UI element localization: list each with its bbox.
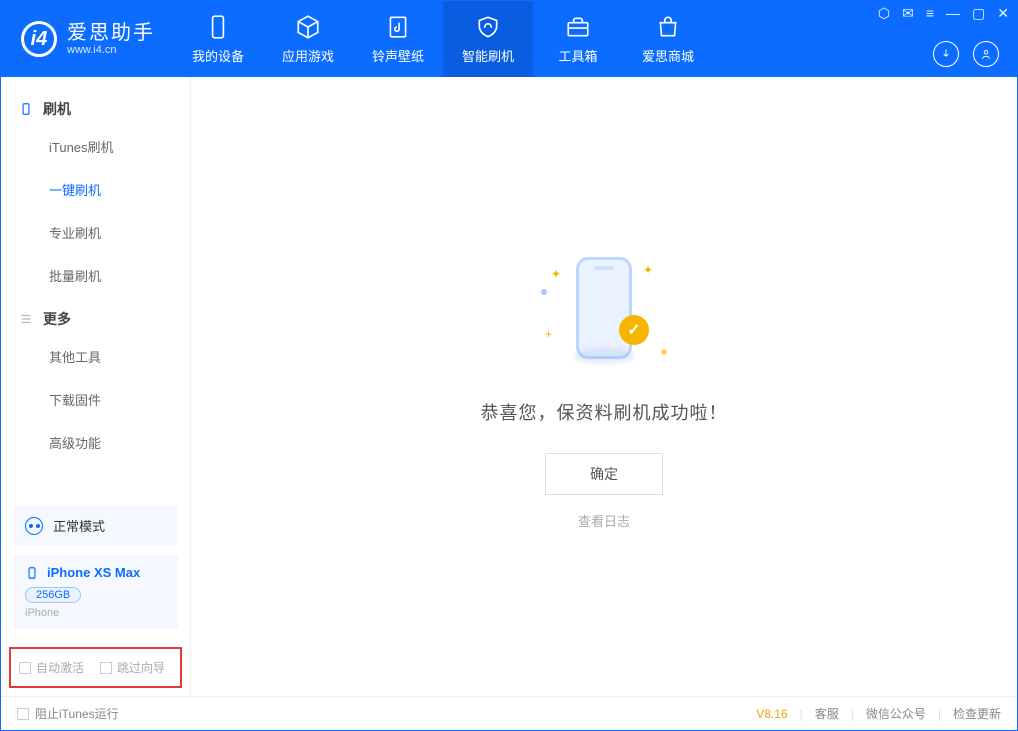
user-icon[interactable] [973, 41, 999, 67]
phone-graphic [576, 257, 632, 359]
sidebar-item-other-tools[interactable]: 其他工具 [1, 335, 190, 378]
checkbox-icon [19, 662, 31, 674]
phone-small-icon [25, 566, 39, 580]
sidebar-item-pro-flash[interactable]: 专业刷机 [1, 211, 190, 254]
sparkle-icon: ✦ [643, 263, 653, 277]
close-button[interactable]: ✕ [997, 5, 1009, 22]
version-label: V8.16 [756, 707, 787, 721]
tab-store[interactable]: 爱思商城 [623, 1, 713, 77]
sidebar-item-oneclick-flash[interactable]: 一键刷机 [1, 168, 190, 211]
music-file-icon [385, 14, 411, 40]
main-content: ✦ ✦ + ✓ 恭喜您，保资料刷机成功啦！ 确定 查看日志 [191, 77, 1017, 696]
dot-icon [661, 349, 667, 355]
logo-icon: i4 [21, 21, 57, 57]
checkbox-auto-activate[interactable]: 自动激活 [19, 659, 84, 676]
status-bar: 阻止iTunes运行 V8.16 | 客服 | 微信公众号 | 检查更新 [1, 696, 1017, 730]
logo: i4 爱思助手 www.i4.cn [1, 21, 173, 57]
checkbox-icon [100, 662, 112, 674]
refresh-shield-icon [475, 14, 501, 40]
support-link[interactable]: 客服 [815, 705, 839, 722]
shirt-icon[interactable]: ⬡ [878, 5, 890, 22]
tab-apps-games[interactable]: 应用游戏 [263, 1, 353, 77]
check-update-link[interactable]: 检查更新 [953, 705, 1001, 722]
sidebar: 刷机 iTunes刷机 一键刷机 专业刷机 批量刷机 更多 其他工具 下载固件 … [1, 77, 191, 696]
checkbox-skip-guide[interactable]: 跳过向导 [100, 659, 165, 676]
app-window: i4 爱思助手 www.i4.cn 我的设备 应用游戏 铃声壁纸 智能刷机 [0, 0, 1018, 731]
feedback-icon[interactable]: ✉ [902, 5, 914, 22]
sidebar-item-advanced[interactable]: 高级功能 [1, 421, 190, 464]
mode-card[interactable]: 正常模式 [13, 506, 178, 545]
device-model: iPhone [25, 607, 166, 619]
dot-icon [541, 289, 547, 295]
body: 刷机 iTunes刷机 一键刷机 专业刷机 批量刷机 更多 其他工具 下载固件 … [1, 77, 1017, 696]
app-name: 爱思助手 [67, 23, 155, 43]
device-name: iPhone XS Max [47, 565, 140, 580]
tab-ringtone-wallpaper[interactable]: 铃声壁纸 [353, 1, 443, 77]
download-icon[interactable] [933, 41, 959, 67]
checkbox-block-itunes[interactable]: 阻止iTunes运行 [17, 705, 119, 722]
titlebar-controls: ⬡ ✉ ≡ — ▢ ✕ [878, 5, 1009, 22]
sidebar-section-more: 更多 [1, 297, 190, 335]
mode-icon [25, 517, 43, 535]
cube-icon [295, 14, 321, 40]
bag-icon [655, 14, 681, 40]
tab-smart-flash[interactable]: 智能刷机 [443, 1, 533, 77]
phone-icon [205, 14, 231, 40]
wechat-link[interactable]: 微信公众号 [866, 705, 926, 722]
device-storage: 256GB [25, 587, 81, 603]
success-message: 恭喜您，保资料刷机成功啦！ [481, 399, 728, 425]
minimize-button[interactable]: — [946, 5, 960, 22]
sidebar-item-itunes-flash[interactable]: iTunes刷机 [1, 125, 190, 168]
sparkle-icon: ✦ [551, 267, 561, 281]
options-row: 自动激活 跳过向导 [9, 647, 182, 688]
sidebar-item-batch-flash[interactable]: 批量刷机 [1, 254, 190, 297]
device-icon [19, 102, 33, 116]
sidebar-bottom: 正常模式 iPhone XS Max 256GB iPhone [1, 506, 190, 647]
app-url: www.i4.cn [67, 45, 155, 56]
menu-icon[interactable]: ≡ [926, 5, 934, 22]
device-card[interactable]: iPhone XS Max 256GB iPhone [13, 555, 178, 629]
ok-button[interactable]: 确定 [545, 453, 663, 495]
mode-label: 正常模式 [53, 516, 105, 535]
tab-toolbox[interactable]: 工具箱 [533, 1, 623, 77]
success-illustration: ✦ ✦ + ✓ [539, 243, 669, 373]
toolbox-icon [565, 14, 591, 40]
tab-my-device[interactable]: 我的设备 [173, 1, 263, 77]
list-icon [19, 312, 33, 326]
check-badge-icon: ✓ [619, 315, 649, 345]
view-log-link[interactable]: 查看日志 [578, 511, 630, 530]
header: i4 爱思助手 www.i4.cn 我的设备 应用游戏 铃声壁纸 智能刷机 [1, 1, 1017, 77]
maximize-button[interactable]: ▢ [972, 5, 985, 22]
sidebar-section-flash: 刷机 [1, 87, 190, 125]
checkbox-icon [17, 708, 29, 720]
sparkle-icon: + [545, 327, 552, 341]
main-tabs: 我的设备 应用游戏 铃声壁纸 智能刷机 工具箱 爱思商城 [173, 1, 713, 77]
sidebar-item-download-firmware[interactable]: 下载固件 [1, 378, 190, 421]
header-right-actions [933, 41, 999, 67]
